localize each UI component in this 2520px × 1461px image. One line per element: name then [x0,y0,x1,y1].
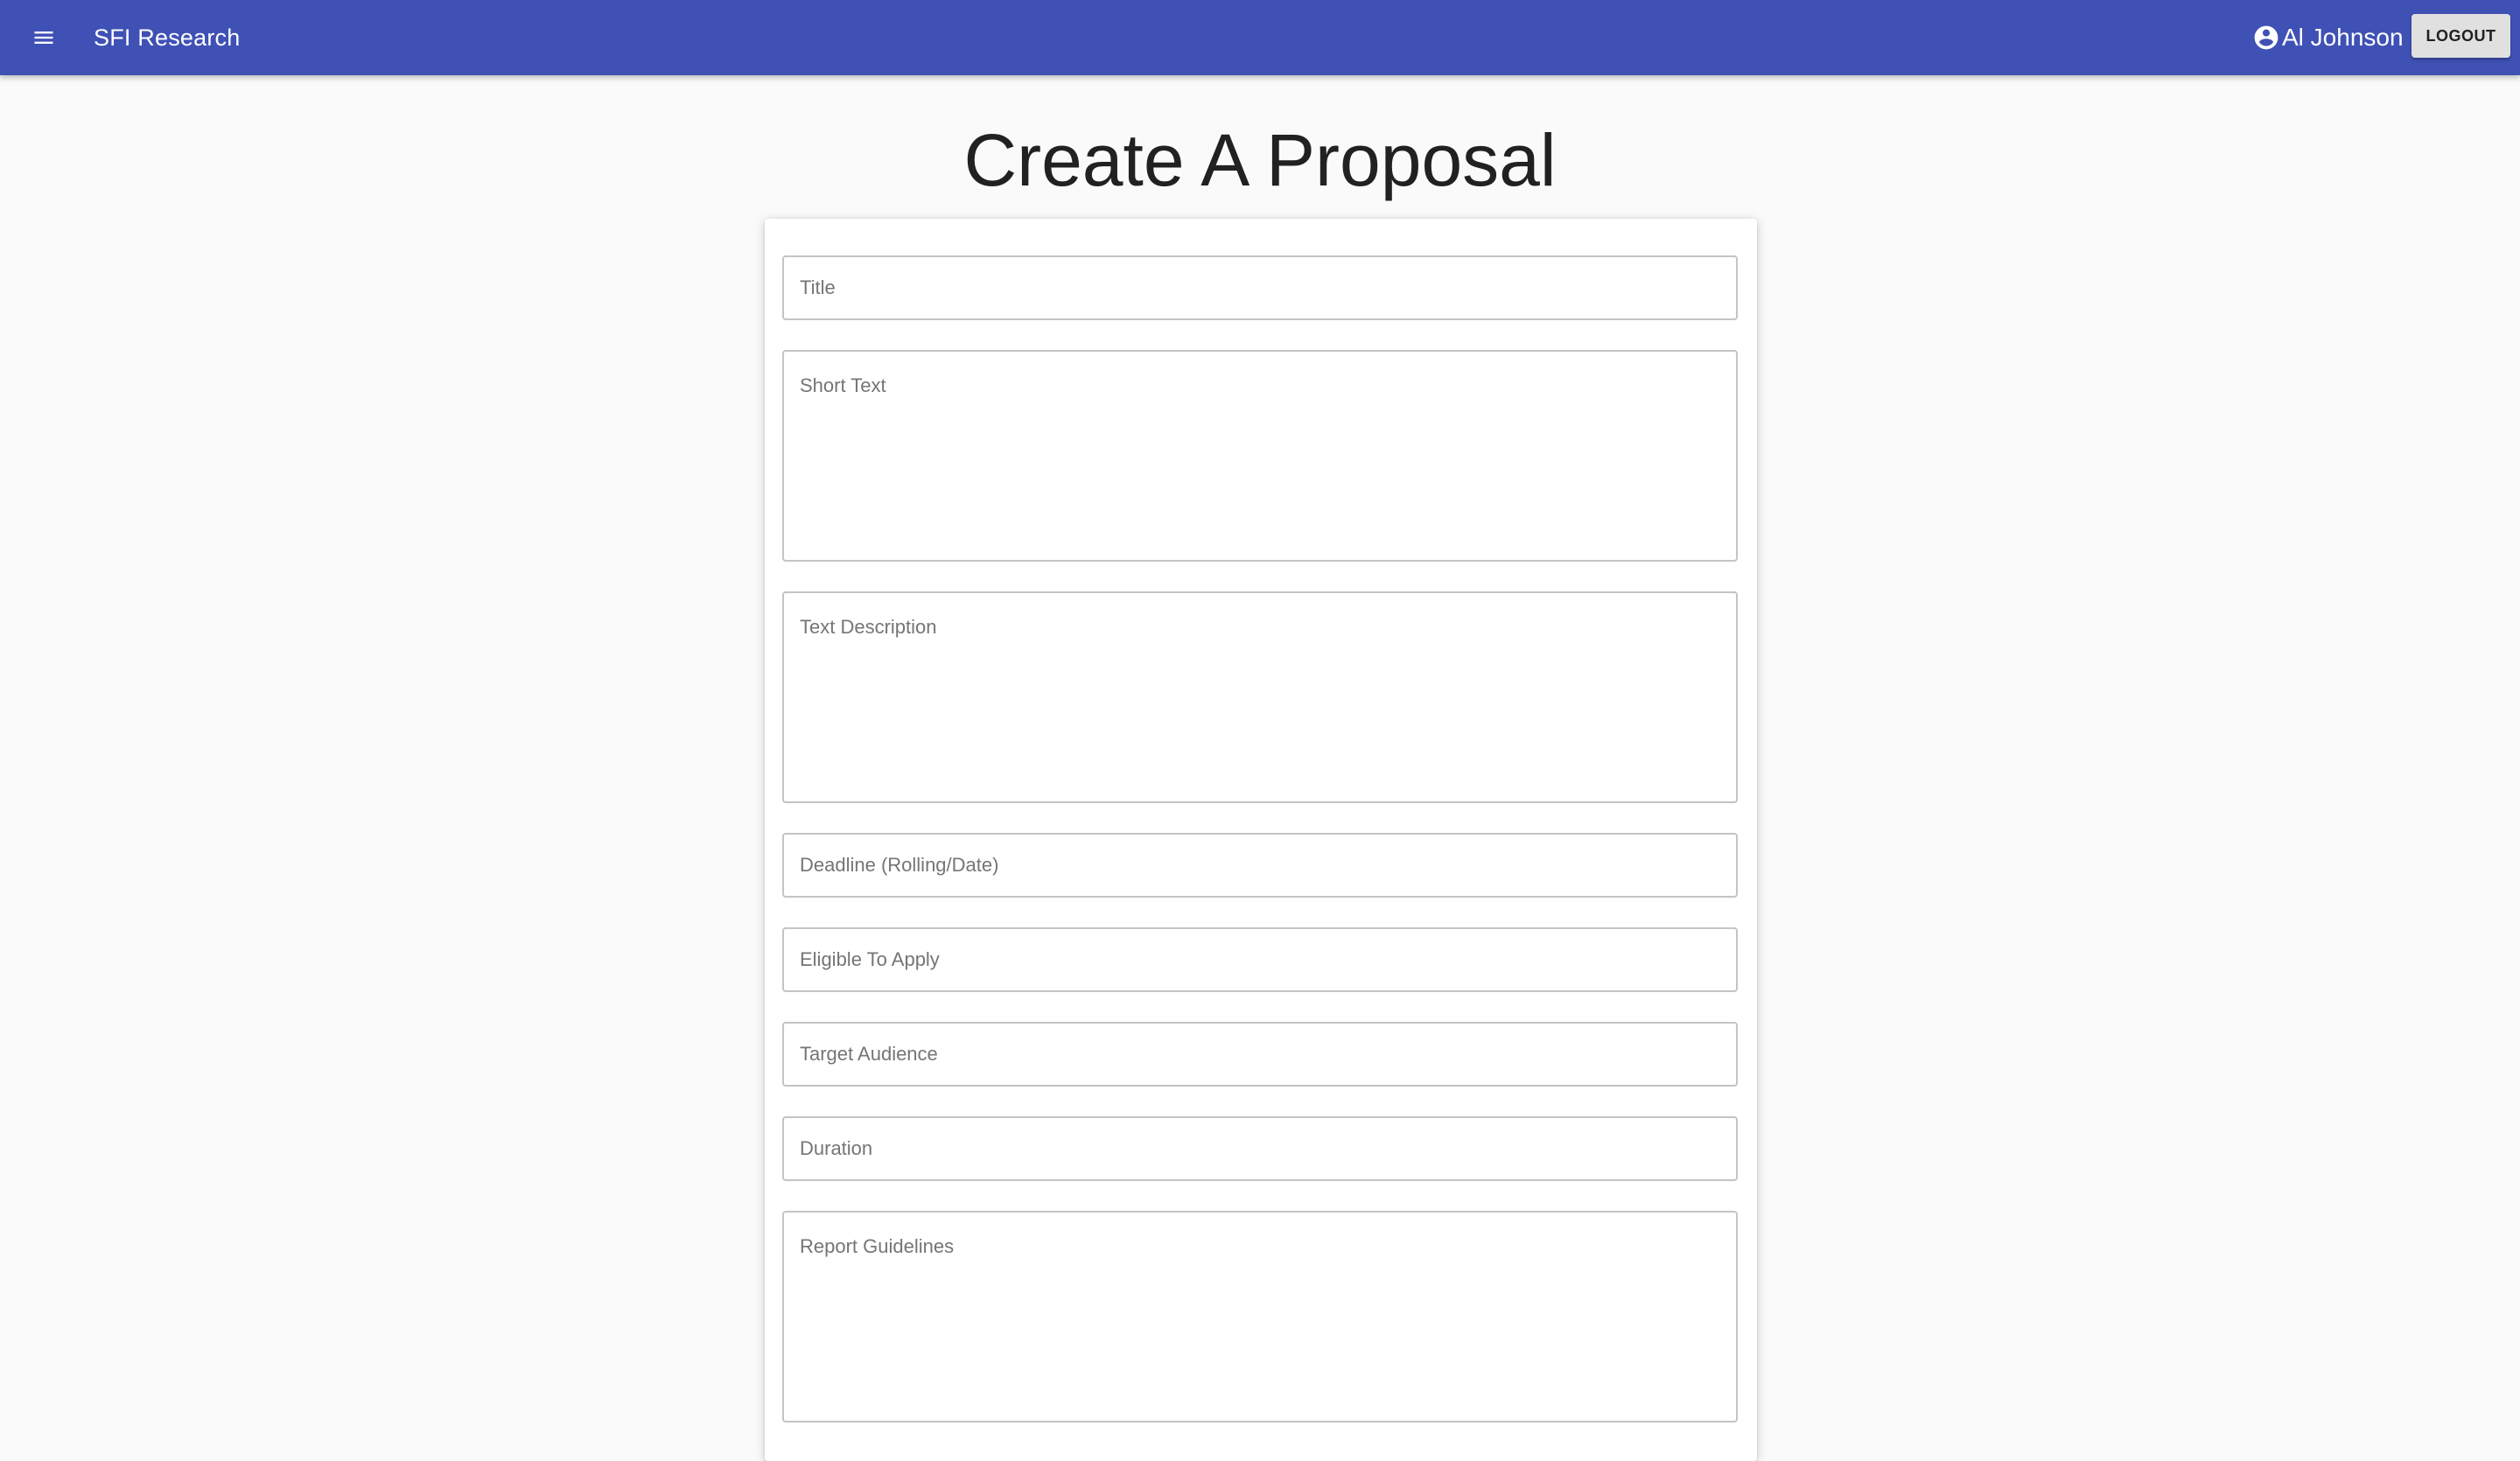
eligible-to-apply-input[interactable] [782,927,1738,992]
proposal-form-card [765,219,1757,1461]
page-title: Create A Proposal [963,119,1557,201]
menu-icon [34,31,53,44]
logout-button[interactable]: LOGOUT [2412,14,2510,58]
deadline-input[interactable] [782,833,1738,898]
user-profile[interactable]: Al Johnson [2252,0,2404,75]
account-circle-icon [2254,25,2278,50]
target-audience-input[interactable] [782,1022,1738,1087]
user-name: Al Johnson [2282,24,2404,51]
app-bar: SFI Research Al Johnson LOGOUT [0,0,2520,75]
menu-button[interactable] [18,11,70,64]
short-text-textarea[interactable] [782,350,1738,562]
app-title: SFI Research [94,24,241,51]
duration-input[interactable] [782,1116,1738,1181]
report-guidelines-textarea[interactable] [782,1211,1738,1423]
text-description-textarea[interactable] [782,591,1738,803]
title-input[interactable] [782,255,1738,320]
